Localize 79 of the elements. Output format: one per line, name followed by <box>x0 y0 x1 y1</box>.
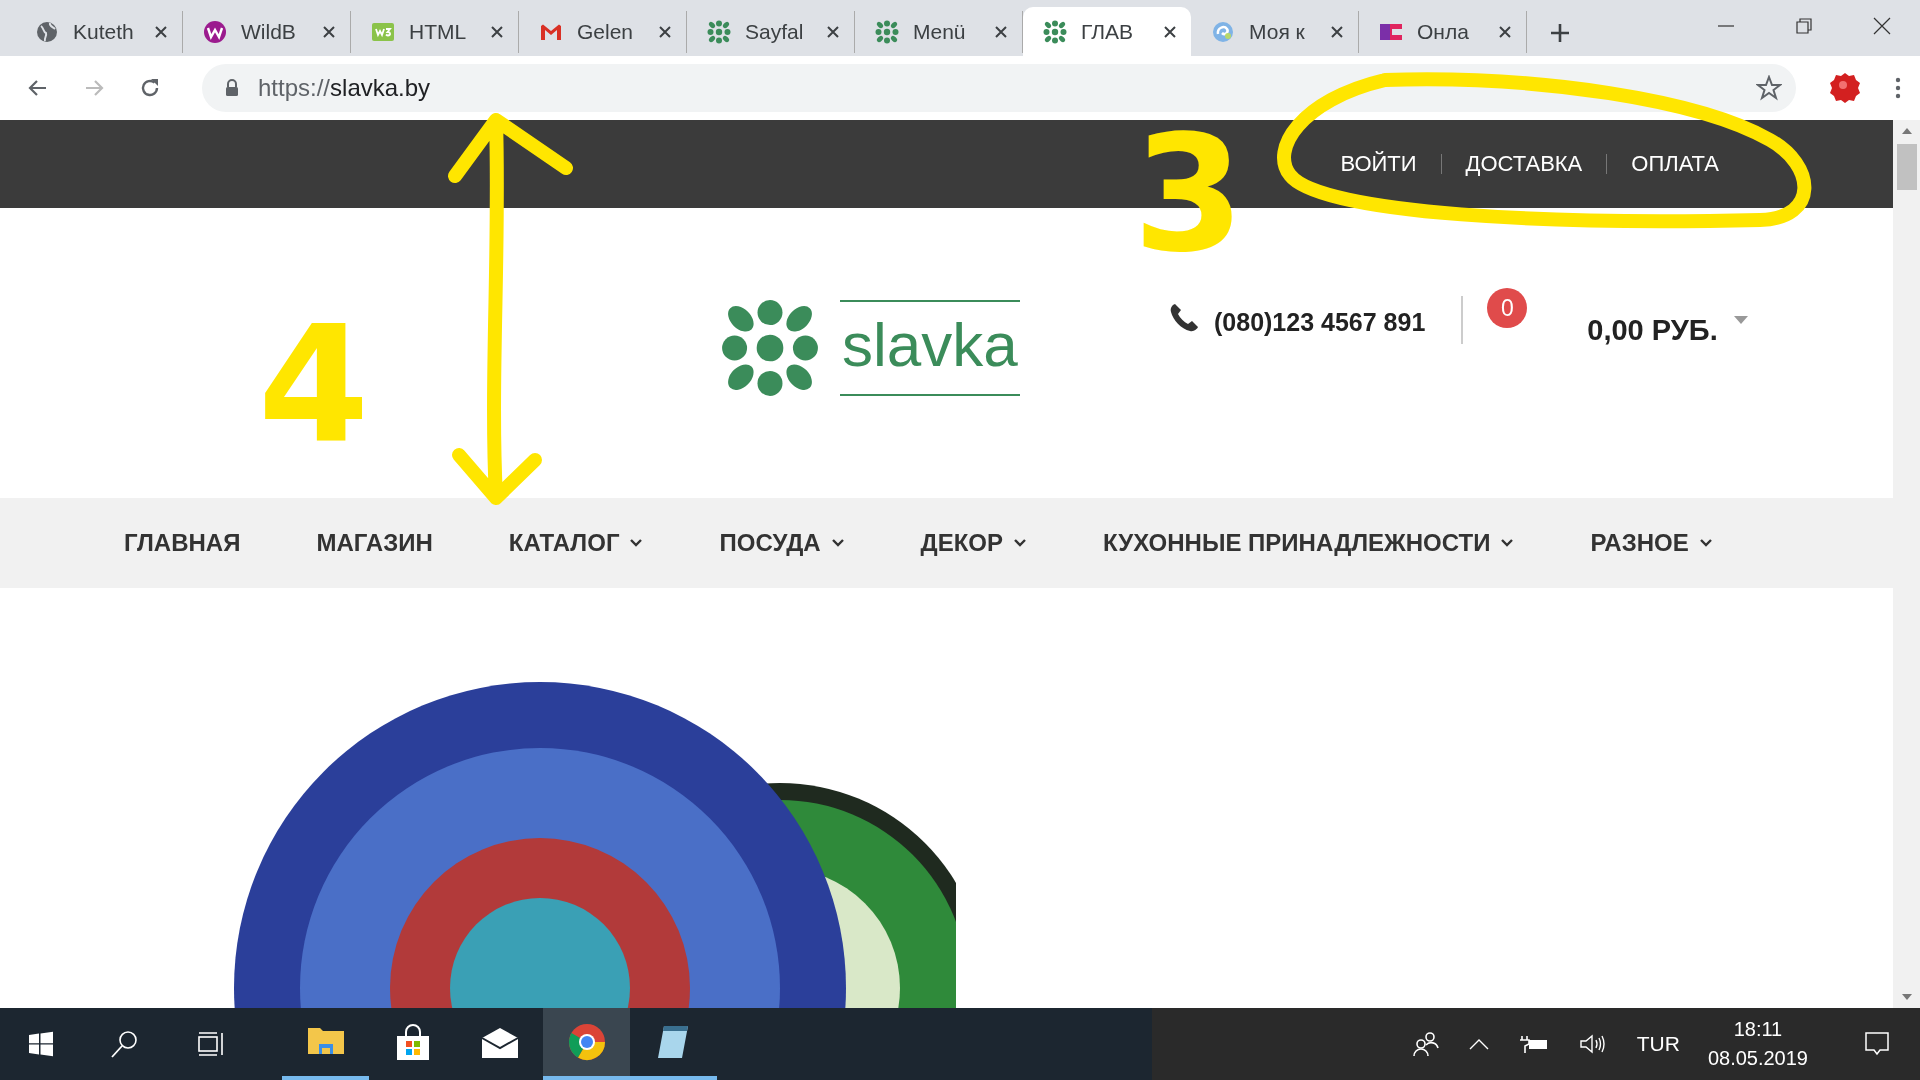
menu-item[interactable]: ДЕКОР <box>920 529 1027 557</box>
browser-tab[interactable]: Sayfal <box>687 11 855 54</box>
browser-tab[interactable]: Онла <box>1359 11 1527 54</box>
phone-icon <box>1168 302 1200 334</box>
people-icon[interactable] <box>1412 1031 1439 1057</box>
browser-tab[interactable]: ГЛАВ <box>1023 7 1191 57</box>
flower-logo-icon <box>875 20 899 45</box>
menu-item[interactable]: ПОСУДА <box>719 529 845 557</box>
scroll-down-icon[interactable] <box>1901 994 1912 1000</box>
browser-tab[interactable]: Gelen <box>519 11 687 54</box>
address-bar[interactable]: https://slavka.by <box>202 64 1796 113</box>
menu-item[interactable]: КУХОННЫЕ ПРИНАДЛЕЖНОСТИ <box>1103 529 1515 557</box>
close-icon[interactable] <box>1872 16 1892 37</box>
tab-title: HTML <box>409 20 468 45</box>
clock-time: 18:11 <box>1733 1018 1783 1041</box>
close-icon[interactable] <box>826 25 840 40</box>
top-link[interactable]: ВОЙТИ <box>1316 151 1441 177</box>
tab-title: Kuteth <box>73 20 135 45</box>
tab-title: ГЛАВ <box>1081 19 1134 44</box>
seal-extension-icon[interactable] <box>1828 71 1862 106</box>
handwritten-number: 4 <box>258 291 370 478</box>
cart-total[interactable]: 0,00 РУБ. <box>1587 314 1718 347</box>
menu-item[interactable]: ГЛАВНАЯ <box>124 529 241 557</box>
menu-item[interactable]: РАЗНОЕ <box>1590 529 1713 557</box>
tab-title: Gelen <box>577 20 635 45</box>
chevron-up-icon[interactable] <box>1468 1038 1489 1050</box>
browser-tab[interactable]: Menü <box>855 11 1023 54</box>
speaker-icon[interactable] <box>1578 1033 1607 1055</box>
close-icon[interactable] <box>1330 25 1344 40</box>
browser-tab[interactable]: Моя к <box>1191 11 1359 54</box>
url-text: https://slavka.by <box>258 74 432 103</box>
restore-icon[interactable] <box>1794 16 1814 37</box>
new-tab-icon[interactable] <box>1549 22 1571 45</box>
caret-icon[interactable] <box>1733 316 1748 324</box>
flower-logo-icon <box>707 20 731 45</box>
top-link[interactable]: ОПЛАТА <box>1607 151 1743 177</box>
menu-item[interactable]: МАГАЗИН <box>316 529 433 557</box>
close-icon[interactable] <box>490 25 504 40</box>
clock[interactable]: 18:11 08.05.2019 <box>1707 1018 1808 1070</box>
close-icon[interactable] <box>154 25 168 40</box>
w-logo-icon <box>203 20 227 45</box>
notification-icon[interactable] <box>1864 1031 1890 1057</box>
cart-count-badge: 0 <box>1487 288 1528 328</box>
close-icon[interactable] <box>1498 25 1512 40</box>
task-view-icon[interactable] <box>196 1030 226 1058</box>
site-logo[interactable]: slavka <box>720 298 1168 398</box>
phone-number: (080)123 4567 891 <box>1214 308 1426 337</box>
logo-text: slavka <box>840 300 1020 396</box>
tab-title: Онла <box>1417 20 1470 45</box>
close-icon[interactable] <box>994 25 1008 40</box>
flower-logo-icon <box>720 298 820 398</box>
scrollbar-thumb[interactable] <box>1896 144 1917 190</box>
browser-tab[interactable]: WildB <box>183 11 351 54</box>
top-link[interactable]: ДОСТАВКА <box>1441 151 1607 177</box>
chrome-icon <box>566 1022 607 1062</box>
flower-logo-icon <box>1043 19 1067 44</box>
menu-icon[interactable] <box>1894 76 1902 101</box>
close-icon[interactable] <box>322 25 336 40</box>
windows-start-icon[interactable] <box>28 1031 54 1057</box>
input-language[interactable]: TUR <box>1636 1032 1680 1056</box>
battery-plug-icon[interactable] <box>1518 1034 1549 1054</box>
menu-item[interactable]: КАТАЛОГ <box>508 529 644 557</box>
browser-tab[interactable]: HTML <box>351 11 519 54</box>
clock-date: 08.05.2019 <box>1707 1047 1808 1070</box>
scroll-up-icon[interactable] <box>1901 128 1912 134</box>
lock-icon <box>224 79 240 98</box>
tab-title: WildB <box>241 20 297 45</box>
search-icon[interactable] <box>110 1029 140 1059</box>
tab-title: Menü <box>913 20 967 45</box>
close-icon[interactable] <box>1163 24 1177 39</box>
taskbar-app[interactable] <box>543 1008 630 1080</box>
scrollbar[interactable] <box>1893 120 1920 1008</box>
swirl-icon <box>1211 20 1235 45</box>
tab-title: Моя к <box>1249 20 1306 45</box>
star-icon[interactable] <box>1756 75 1782 102</box>
close-icon[interactable] <box>658 25 672 40</box>
tab-title: Sayfal <box>745 20 805 45</box>
globe-icon <box>35 20 59 45</box>
browser-tab[interactable]: Kuteth <box>15 11 183 54</box>
